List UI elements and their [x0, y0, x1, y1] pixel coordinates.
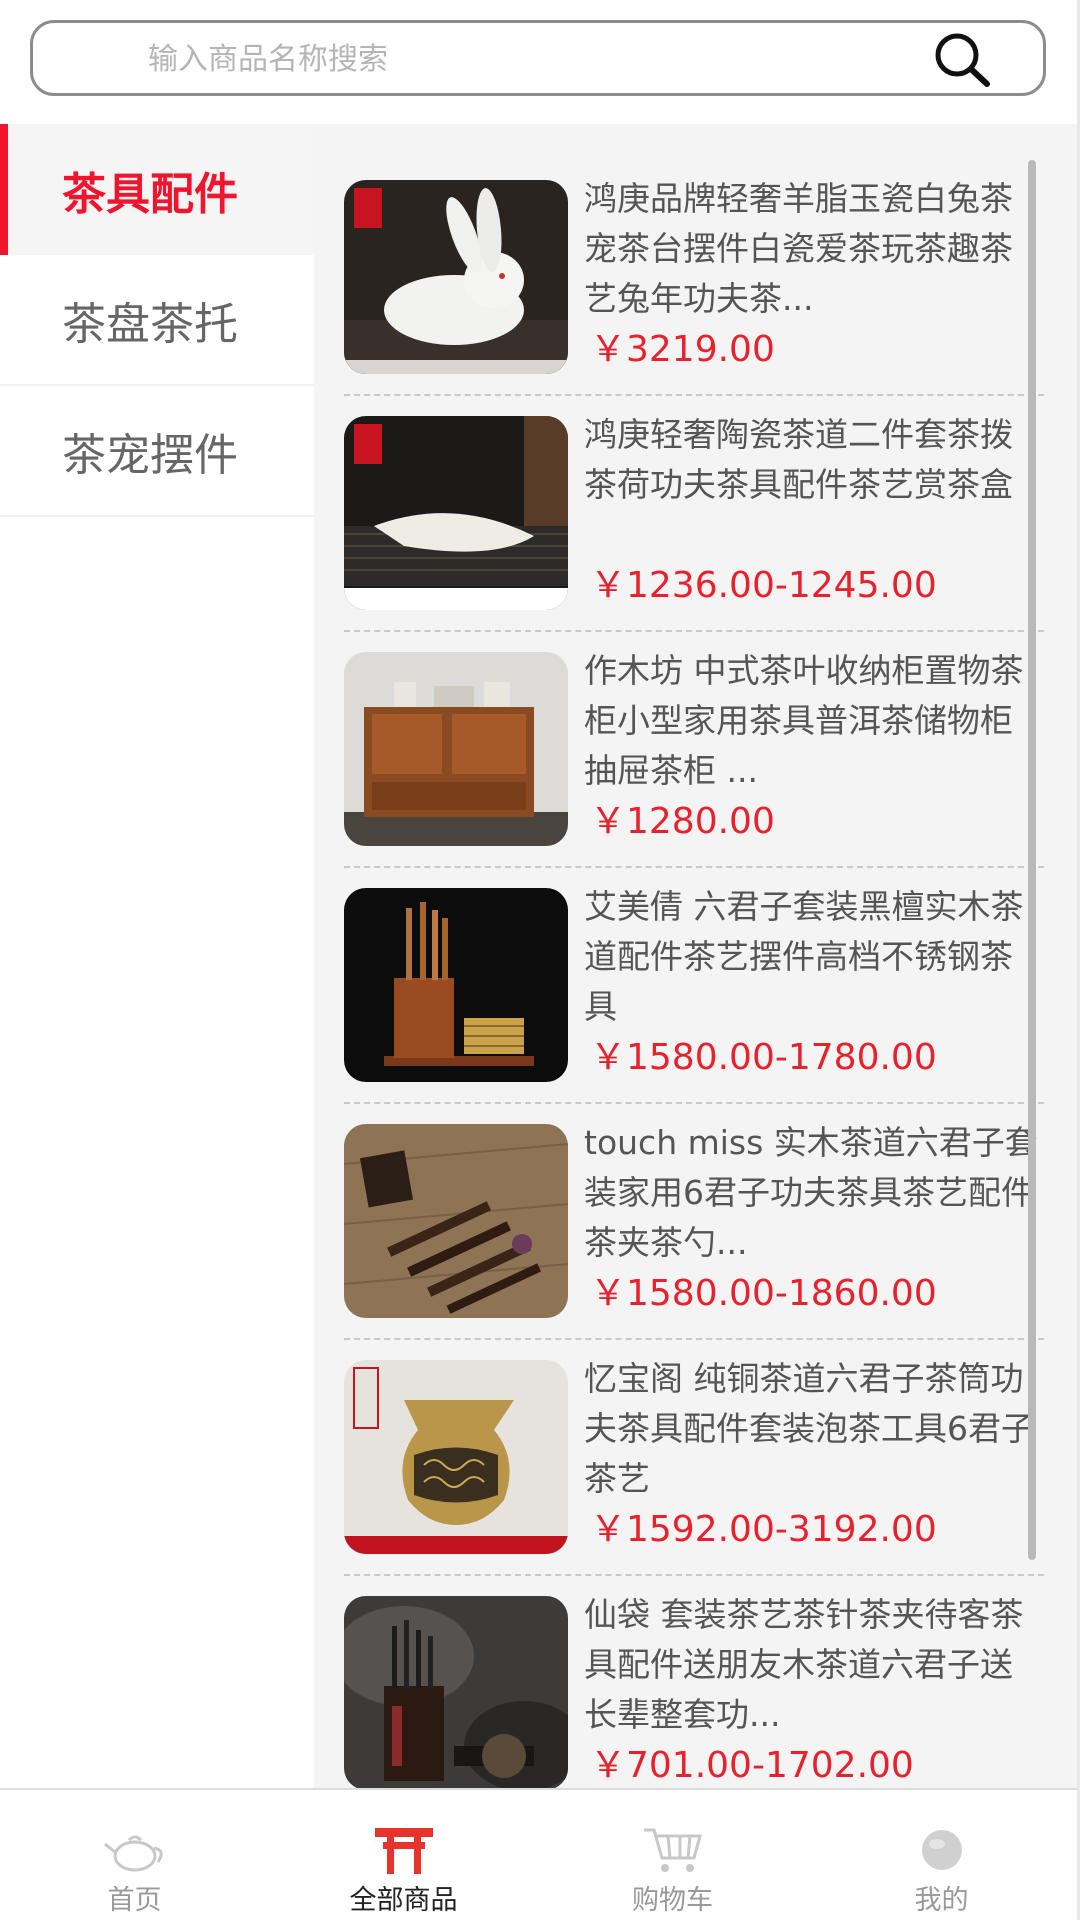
sidebar-item-label: 茶具配件 — [62, 168, 238, 220]
torii-gate-icon — [371, 1822, 437, 1876]
product-title[interactable]: 鸿庚轻奢陶瓷茶道二件套茶拨茶荷功夫茶具配件茶艺赏茶盒 — [584, 410, 1044, 510]
product-item[interactable]: 鸿庚品牌轻奢羊脂玉瓷白兔茶宠茶台摆件白瓷爱茶玩茶趣茶艺兔年功夫茶... ￥321… — [344, 160, 1044, 396]
product-item[interactable]: 作木坊 中式茶叶收纳柜置物茶柜小型家用茶具普洱茶储物柜抽屉茶柜 ... ￥128… — [344, 632, 1044, 868]
product-price: ￥1580.00-1780.00 — [590, 1037, 937, 1078]
search-input[interactable] — [148, 31, 928, 87]
tab-profile[interactable]: 我的 — [807, 1790, 1076, 1920]
product-image-wooden-tea-tools[interactable] — [344, 1124, 568, 1318]
product-price: ￥1280.00 — [590, 801, 775, 842]
product-title[interactable]: 艾美倩 六君子套装黑檀实木茶道配件茶艺摆件高档不锈钢茶具 — [584, 882, 1044, 1032]
sidebar-item-label: 茶宠摆件 — [62, 429, 238, 481]
product-item[interactable]: 仙袋 套装茶艺茶针茶夹待客茶具配件送朋友木茶道六君子送长辈整套功... ￥701… — [344, 1576, 1044, 1788]
bottom-tab-bar: 首页 全部商品 购物车 我的 — [0, 1788, 1078, 1920]
tab-label: 首页 — [107, 1885, 162, 1916]
list-scrollbar[interactable] — [1028, 160, 1036, 1560]
product-image-dark-tea-tools[interactable] — [344, 1596, 568, 1788]
product-image-copper-vase[interactable] — [344, 1360, 568, 1554]
sidebar-item-tea-pets[interactable]: 茶宠摆件 — [0, 386, 314, 517]
tab-home[interactable]: 首页 — [0, 1790, 269, 1920]
product-image-ceramic-scoop[interactable] — [344, 416, 568, 610]
tab-cart[interactable]: 购物车 — [538, 1790, 807, 1920]
product-title[interactable]: 忆宝阁 纯铜茶道六君子茶筒功夫茶具配件套装泡茶工具6君子茶艺 — [584, 1354, 1044, 1504]
product-item[interactable]: 鸿庚轻奢陶瓷茶道二件套茶拨茶荷功夫茶具配件茶艺赏茶盒 ￥1236.00-1245… — [344, 396, 1044, 632]
search-icon[interactable] — [929, 29, 995, 91]
product-item[interactable]: touch miss 实木茶道六君子套装家用6君子功夫茶具茶艺配件茶夹茶勺...… — [344, 1104, 1044, 1340]
product-title[interactable]: 仙袋 套装茶艺茶针茶夹待客茶具配件送朋友木茶道六君子送长辈整套功... — [584, 1590, 1044, 1740]
product-price: ￥1580.00-1860.00 — [590, 1273, 937, 1314]
tab-label: 我的 — [914, 1885, 969, 1916]
tab-label: 全部商品 — [349, 1885, 458, 1916]
app-root: 茶具配件 茶盘茶托 茶宠摆件 — [0, 0, 1080, 1920]
sidebar-item-tea-accessories[interactable]: 茶具配件 — [0, 124, 314, 255]
product-list[interactable]: 鸿庚品牌轻奢羊脂玉瓷白兔茶宠茶台摆件白瓷爱茶玩茶趣茶艺兔年功夫茶... ￥321… — [314, 124, 1078, 1788]
tab-label: 购物车 — [632, 1885, 713, 1916]
tab-all-products[interactable]: 全部商品 — [269, 1790, 538, 1920]
product-title[interactable]: 鸿庚品牌轻奢羊脂玉瓷白兔茶宠茶台摆件白瓷爱茶玩茶趣茶艺兔年功夫茶... — [584, 174, 1044, 324]
profile-icon — [909, 1822, 975, 1876]
product-price: ￥1236.00-1245.00 — [590, 565, 937, 606]
product-image-white-rabbit[interactable] — [344, 180, 568, 374]
product-title[interactable]: 作木坊 中式茶叶收纳柜置物茶柜小型家用茶具普洱茶储物柜抽屉茶柜 ... — [584, 646, 1044, 796]
search-box[interactable] — [30, 20, 1046, 96]
category-sidebar: 茶具配件 茶盘茶托 茶宠摆件 — [0, 124, 314, 1788]
cart-icon — [640, 1822, 706, 1876]
product-price: ￥701.00-1702.00 — [590, 1745, 914, 1786]
search-bar — [0, 0, 1078, 124]
product-image-tea-tool-set[interactable] — [344, 888, 568, 1082]
product-price: ￥3219.00 — [590, 329, 775, 370]
product-item[interactable]: 忆宝阁 纯铜茶道六君子茶筒功夫茶具配件套装泡茶工具6君子茶艺 ￥1592.00-… — [344, 1340, 1044, 1576]
teapot-icon — [102, 1822, 168, 1876]
product-item[interactable]: 艾美倩 六君子套装黑檀实木茶道配件茶艺摆件高档不锈钢茶具 ￥1580.00-17… — [344, 868, 1044, 1104]
product-price: ￥1592.00-3192.00 — [590, 1509, 937, 1550]
product-title[interactable]: touch miss 实木茶道六君子套装家用6君子功夫茶具茶艺配件茶夹茶勺... — [584, 1118, 1044, 1268]
sidebar-item-label: 茶盘茶托 — [62, 298, 238, 350]
sidebar-item-tea-trays[interactable]: 茶盘茶托 — [0, 255, 314, 386]
product-image-tea-cabinet[interactable] — [344, 652, 568, 846]
